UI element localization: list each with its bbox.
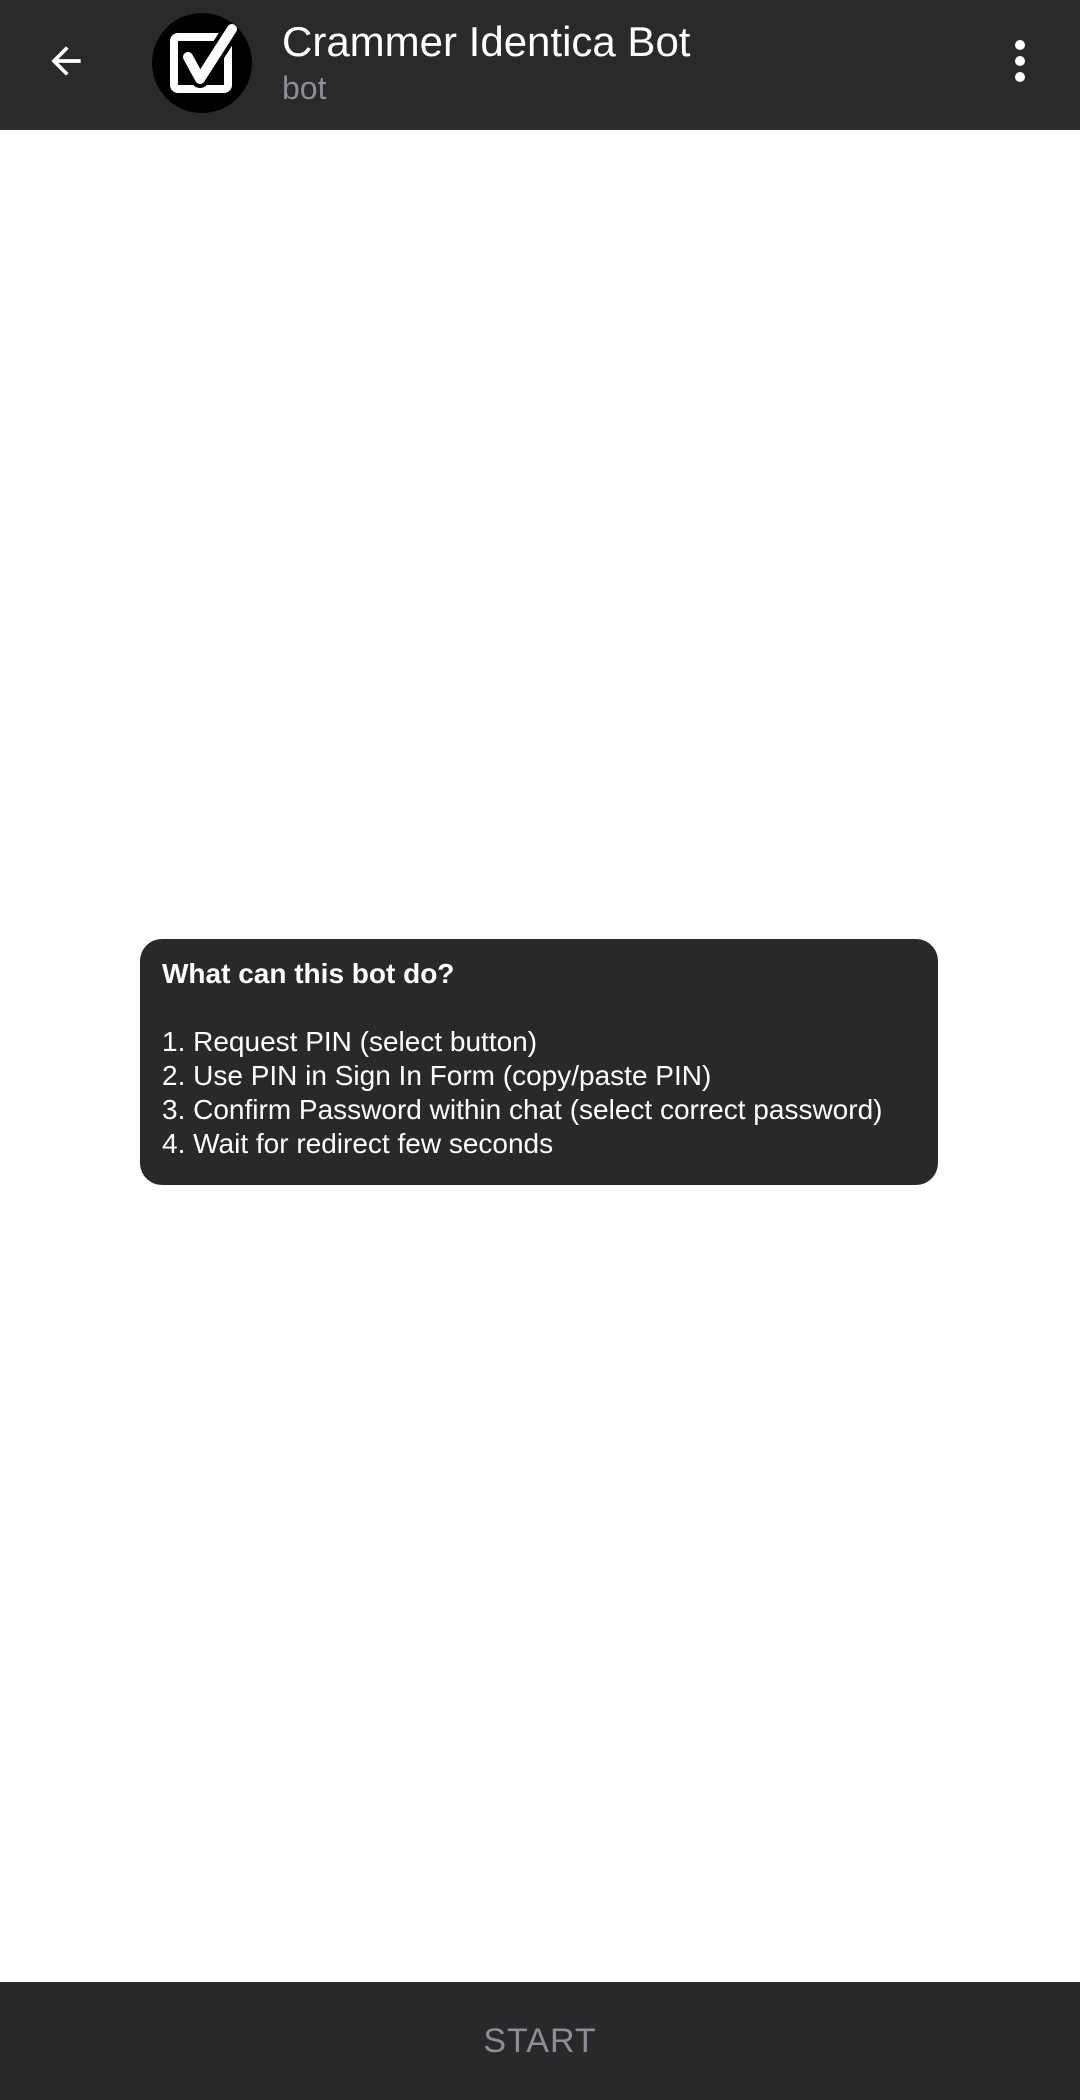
bot-info-step: 3. Confirm Password within chat (select … [162,1094,883,1125]
checkbox-checked-icon [170,23,241,93]
more-options-button[interactable] [990,25,1050,97]
app-header: Crammer Identica Bot bot [0,0,1080,130]
bot-info-step: 4. Wait for redirect few seconds [162,1128,554,1159]
back-button[interactable] [30,25,102,97]
bot-info-title: What can this bot do? [162,958,455,989]
start-bar[interactable]: START [0,1982,1080,2100]
bot-info-step: 2. Use PIN in Sign In Form (copy/paste P… [162,1060,712,1091]
bot-info-step: 1. Request PIN (select button) [162,1026,538,1057]
start-button[interactable]: START [483,2022,596,2061]
more-vertical-icon [1015,40,1025,82]
chat-title: Crammer Identica Bot [282,18,691,65]
arrow-left-icon [51,46,81,76]
chat-title-block[interactable]: Crammer Identica Bot bot [282,16,962,108]
avatar[interactable] [152,13,252,113]
chat-subtitle: bot [282,70,327,106]
bot-info-card: What can this bot do? 1. Request PIN (se… [140,939,938,1185]
